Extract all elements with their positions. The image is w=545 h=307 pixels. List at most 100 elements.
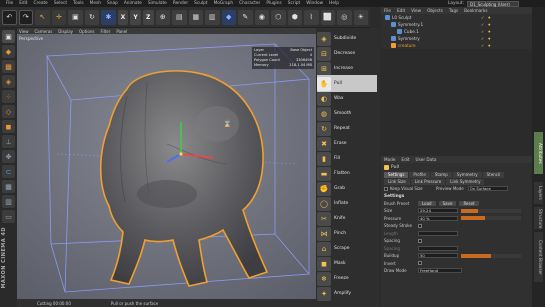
menu-window[interactable]: Window xyxy=(306,1,323,6)
planar-workplane-icon[interactable]: ▭ xyxy=(2,210,15,223)
menu-file[interactable]: File xyxy=(6,1,13,6)
coordinate-system-icon[interactable]: ⊕ xyxy=(155,9,170,25)
render-settings-icon[interactable]: ▥ xyxy=(205,9,220,25)
tab-stencil[interactable]: Stencil xyxy=(482,171,505,178)
cube-object-icon[interactable]: ◆ xyxy=(221,9,236,25)
subdivision-surface-icon[interactable]: ◉ xyxy=(254,9,269,25)
object-menu-objects[interactable]: Objects xyxy=(427,8,443,13)
save-preset-button[interactable]: Save xyxy=(438,200,457,206)
texture-mode-icon[interactable]: ▩ xyxy=(2,60,15,73)
object-menu-bookmarks[interactable]: Bookmarks xyxy=(464,8,487,13)
viewport-menu-cameras[interactable]: Cameras xyxy=(35,29,53,34)
menu-plugins[interactable]: Plugins xyxy=(266,1,281,6)
workplane-icon[interactable]: ◈ xyxy=(2,75,15,88)
spacing-input[interactable] xyxy=(418,245,458,251)
object-row[interactable]: Cube.1 ✓ ⚫ xyxy=(381,28,532,35)
menu-animate[interactable]: Animate xyxy=(124,1,142,6)
menu-render[interactable]: Render xyxy=(173,1,188,6)
object-menu-view[interactable]: View xyxy=(411,8,421,13)
object-row[interactable]: L0 Sculpt ✓ ⚫ xyxy=(381,14,532,21)
draw-mode-dropdown[interactable]: FreeHand xyxy=(418,268,462,274)
light-icon[interactable]: ☀ xyxy=(353,9,368,25)
workplane-lock-icon[interactable]: ▦ xyxy=(2,180,15,193)
preview-mode-dropdown[interactable]: On Surface xyxy=(467,186,508,192)
scene-icon[interactable]: ⬜ xyxy=(320,9,335,25)
reset-preset-button[interactable]: Reset xyxy=(459,200,479,206)
length-input[interactable] xyxy=(418,230,458,236)
rotate-icon[interactable]: ↻ xyxy=(84,9,100,25)
polygons-mode-icon[interactable]: ◼ xyxy=(2,120,15,133)
tab-link-size[interactable]: Link Size xyxy=(384,178,410,185)
z-axis-button[interactable]: Z xyxy=(142,9,154,25)
render-picture-viewer-icon[interactable]: ▦ xyxy=(188,9,203,25)
menu-script[interactable]: Script xyxy=(288,1,300,6)
menu-sculpt[interactable]: Sculpt xyxy=(194,1,207,6)
render-view-icon[interactable]: ▤ xyxy=(172,9,187,25)
viewport-canvas[interactable]: ⌛ xyxy=(17,34,316,299)
vtab-attributes[interactable]: Attributes xyxy=(534,132,543,174)
model-mode-icon[interactable]: ◆ xyxy=(2,45,15,58)
menu-edit[interactable]: Edit xyxy=(19,1,27,6)
pen-icon[interactable]: ✎ xyxy=(238,9,253,25)
live-selection-icon[interactable]: ↖ xyxy=(35,9,50,25)
menu-help[interactable]: Help xyxy=(329,1,339,6)
make-editable-icon[interactable]: ▣ xyxy=(2,30,15,43)
camera-icon[interactable]: ◎ xyxy=(337,9,352,25)
size-slider[interactable] xyxy=(461,208,521,213)
object-menu-edit[interactable]: Edit xyxy=(397,8,405,13)
array-icon[interactable]: ⬡ xyxy=(271,9,286,25)
object-menu-tags[interactable]: Tags xyxy=(449,8,458,13)
tab-profile[interactable]: Profile xyxy=(409,171,430,178)
perspective-viewport[interactable]: View Cameras Display Options Filter Panel xyxy=(17,28,316,299)
viewport-menu-display[interactable]: Display xyxy=(58,29,73,34)
menu-mesh[interactable]: Mesh xyxy=(90,1,101,6)
viewport-menu-view[interactable]: View xyxy=(19,29,29,34)
pressure-slider[interactable] xyxy=(461,216,521,221)
invert-checkbox[interactable] xyxy=(418,261,422,266)
axis-mode-icon[interactable]: ⊥ xyxy=(2,135,15,148)
x-axis-button[interactable]: X xyxy=(117,9,129,25)
tab-settings[interactable]: Settings xyxy=(384,171,409,178)
tab-symmetry[interactable]: Symmetry xyxy=(452,171,482,178)
attr-menu-user-data[interactable]: User Data xyxy=(416,157,437,162)
extrude-icon[interactable]: ⬢ xyxy=(287,9,302,25)
steady-stroke-checkbox[interactable] xyxy=(418,223,422,228)
deformer-icon[interactable]: ⌇ xyxy=(304,9,319,25)
tab-stamp[interactable]: Stamp xyxy=(430,171,452,178)
buildup-input[interactable]: 50 xyxy=(418,253,458,259)
tool-amplify[interactable]: ✦ Amplify xyxy=(317,285,377,302)
viewport-menu-panel[interactable]: Panel xyxy=(116,29,127,34)
menu-select[interactable]: Select xyxy=(54,1,67,6)
load-preset-button[interactable]: Load xyxy=(418,200,436,206)
attr-menu-edit[interactable]: Edit xyxy=(401,157,409,162)
object-row[interactable]: creature ✓ ⚫ xyxy=(381,42,532,49)
locked-workplane-icon[interactable]: ▥ xyxy=(2,195,15,208)
tab-link-pressure[interactable]: Link Pressure xyxy=(410,178,446,185)
attr-menu-mode[interactable]: Mode xyxy=(384,157,395,162)
points-mode-icon[interactable]: ⁘ xyxy=(2,90,15,103)
edges-mode-icon[interactable]: ◇ xyxy=(2,105,15,118)
object-manager-empty-area[interactable] xyxy=(381,49,532,155)
vtab-structure[interactable]: Structure xyxy=(534,207,543,229)
viewport-menu-options[interactable]: Options xyxy=(79,29,94,34)
menu-character[interactable]: Character xyxy=(239,1,260,6)
menu-simulate[interactable]: Simulate xyxy=(148,1,167,6)
size-input[interactable]: 29.24 xyxy=(418,208,458,214)
recent-tools-icon[interactable]: ✱ xyxy=(101,9,116,25)
layout-dropdown[interactable]: D1_Sculpting (User) xyxy=(467,0,519,7)
vtab-layers[interactable]: Layers xyxy=(534,182,543,204)
scale-icon[interactable]: ▣ xyxy=(68,9,83,25)
y-axis-button[interactable]: Y xyxy=(130,9,141,25)
object-row[interactable]: Symmetry.1 ✓ ⚫ xyxy=(381,21,532,28)
viewport-menu-filter[interactable]: Filter xyxy=(100,29,110,34)
spacing-checkbox[interactable] xyxy=(418,238,422,243)
redo-icon[interactable]: ↷ xyxy=(18,9,34,25)
creature-mesh[interactable] xyxy=(99,70,269,287)
object-row[interactable]: Symmetry ✓ ⚫ xyxy=(381,35,532,42)
pressure-input[interactable]: 40 % xyxy=(418,215,458,221)
tab-link-symmetry[interactable]: Link Symmetry xyxy=(446,178,485,185)
menu-create[interactable]: Create xyxy=(34,1,48,6)
buildup-slider[interactable] xyxy=(461,253,521,258)
keep-visual-size-checkbox[interactable] xyxy=(384,186,388,191)
vtab-content-browser[interactable]: Content Browser xyxy=(534,232,543,282)
